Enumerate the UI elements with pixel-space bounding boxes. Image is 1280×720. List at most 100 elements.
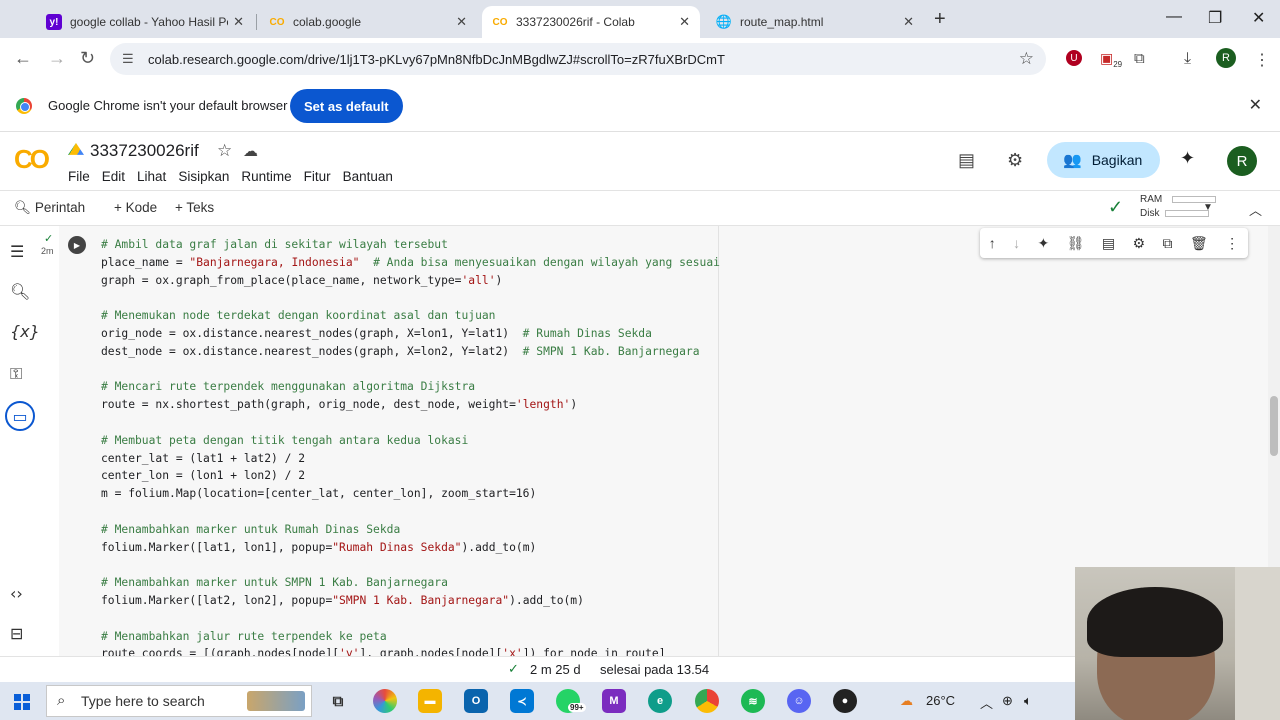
share-button[interactable]: 👥 Bagikan [1047,142,1160,178]
commands-button[interactable]: 🔍︎ Perintah [14,200,85,216]
taskbar-search-placeholder: Type here to search [81,693,205,709]
file-explorer-icon[interactable]: ▬ [418,689,442,713]
chrome-icon [16,98,32,114]
tab-colab-notebook[interactable]: CO 3337230026rif - Colab ✕ [482,6,700,38]
share-label: Bagikan [1091,152,1143,168]
delete-trash-icon[interactable]: 🗑 [1190,235,1208,252]
mirror-cell-icon[interactable]: ⧉ [1163,235,1173,252]
code-line: # Mencari rute terpendek menggunakan alg… [101,380,476,394]
tab-route-map[interactable]: 🌐 route_map.html ✕ [706,6,924,38]
collapse-chevron-icon[interactable]: ︿ [1249,200,1262,219]
yahoo-icon: y! [46,14,62,30]
terminal-icon[interactable]: ⊟ [10,624,23,643]
variables-icon[interactable]: {x} [10,322,40,341]
execution-duration: 2 m 25 d [530,662,581,677]
copilot-icon[interactable] [373,689,397,713]
tab-title: colab.google [293,15,362,29]
move-down-arrow-icon[interactable]: ↓ [1013,235,1020,251]
site-info-icon[interactable]: ☰ [122,51,134,67]
secrets-key-icon[interactable]: ⚿ [10,364,22,384]
status-check-icon: ✓ [508,661,519,676]
microsoft365-icon[interactable]: M [602,689,626,713]
cloud-icon[interactable]: ☁ [243,142,258,160]
notebook-title[interactable]: 3337230026rif [90,141,199,161]
taskbar-search[interactable]: ⌕ Type here to search [46,685,312,717]
menu-insert[interactable]: Sisipkan [178,169,229,184]
outlook-icon[interactable]: O [464,689,488,713]
close-icon[interactable]: ✕ [903,14,914,30]
forward-arrow-icon[interactable]: → [48,48,66,69]
scrollbar-thumb[interactable] [1270,396,1278,456]
minimize-icon[interactable]: — [1166,8,1182,26]
user-avatar[interactable]: R [1227,146,1257,176]
run-cell-button[interactable]: ▶ [68,236,86,254]
comment-icon[interactable]: ▤ [958,150,975,171]
dropdown-icon[interactable]: ▼ [1203,202,1213,213]
settings-gear-icon[interactable]: ⚙ [1133,235,1146,252]
restore-icon[interactable]: ❐ [1208,8,1222,28]
weather-icon[interactable]: ☁ [900,693,913,709]
menu-view[interactable]: Lihat [137,169,166,184]
extensions-puzzle-icon[interactable]: ⧉ [1134,50,1145,67]
settings-gear-icon[interactable]: ⚙ [1007,150,1023,171]
add-code-button[interactable]: + Kode [114,200,157,215]
ublock-extension-icon[interactable]: U [1066,50,1082,66]
link-icon[interactable]: ⛓ [1067,235,1085,252]
reload-icon[interactable]: ↻ [80,48,95,69]
table-of-contents-icon[interactable]: ☰ [10,242,24,261]
menu-edit[interactable]: Edit [102,169,125,184]
network-icon[interactable]: ⊕ [1002,693,1013,709]
spotify-icon[interactable]: ≋ [741,689,765,713]
globe-icon: 🌐 [715,14,733,29]
windows-start-icon[interactable] [14,694,30,710]
menu-runtime[interactable]: Runtime [241,169,291,184]
comment-icon[interactable]: ▤ [1102,235,1115,252]
more-options-icon[interactable]: ⋮ [1225,235,1239,252]
menu-help[interactable]: Bantuan [343,169,393,184]
star-icon[interactable]: ☆ [217,141,232,161]
files-folder-icon[interactable]: ▭ [5,401,35,431]
volume-icon[interactable]: 🔈︎ [1024,693,1032,709]
code-line: center_lat = (lat1 + lat2) / 2 [101,451,306,465]
task-view-icon[interactable]: ⧉ [326,689,350,713]
gemini-sparkle-icon[interactable]: ✦ [1180,148,1195,169]
find-icon[interactable]: 🔍︎ [10,282,30,301]
more-menu-icon[interactable]: ⋮ [1254,50,1270,70]
chrome-taskbar-icon[interactable] [695,689,719,713]
whatsapp-badge: 99+ [568,703,586,712]
tab-yahoo[interactable]: y! google collab - Yahoo Hasil Pen ✕ [36,6,254,38]
close-icon[interactable]: ✕ [456,14,467,30]
bookmark-star-icon[interactable]: ☆ [1019,49,1034,69]
gemini-sparkle-icon[interactable]: ✦ [1038,235,1050,252]
menu-tools[interactable]: Fitur [304,169,331,184]
code-editor[interactable]: # Ambil data graf jalan di sekitar wilay… [101,236,720,656]
tab-title: 3337230026rif - Colab [516,15,635,29]
extension-badge-icon[interactable]: ▣29 [1100,50,1122,69]
discord-icon[interactable]: ☺ [787,689,811,713]
obs-icon[interactable]: ● [833,689,857,713]
menu-file[interactable]: File [68,169,90,184]
back-arrow-icon[interactable]: ← [14,48,32,69]
add-text-button[interactable]: + Teks [175,200,214,215]
tab-colab-google[interactable]: CO colab.google ✕ [259,6,477,38]
set-default-button[interactable]: Set as default [290,89,403,123]
move-up-arrow-icon[interactable]: ↑ [989,235,996,251]
cell-exec-time: 2m [41,246,54,256]
whatsapp-icon[interactable]: 99+ [556,689,586,713]
edge-icon[interactable]: e [648,689,672,713]
temperature-label[interactable]: 26°C [926,693,955,708]
new-tab-button[interactable]: + [934,8,946,31]
vscode-icon[interactable]: ≺ [510,689,534,713]
close-icon[interactable]: ✕ [233,14,244,30]
colab-logo[interactable]: CO [14,144,50,175]
people-icon: 👥 [1063,152,1082,169]
profile-avatar[interactable]: R [1216,48,1236,68]
download-icon[interactable]: ⤓ [1184,50,1191,68]
close-icon[interactable]: ✕ [1249,95,1262,115]
address-bar[interactable]: ☰ colab.research.google.com/drive/1lj1T3… [110,43,1046,75]
close-icon[interactable]: ✕ [679,14,690,30]
tray-chevron-icon[interactable]: ︿ [980,693,993,712]
code-snippets-icon[interactable]: ‹› [10,584,23,603]
window-close-icon[interactable]: ✕ [1252,8,1265,28]
